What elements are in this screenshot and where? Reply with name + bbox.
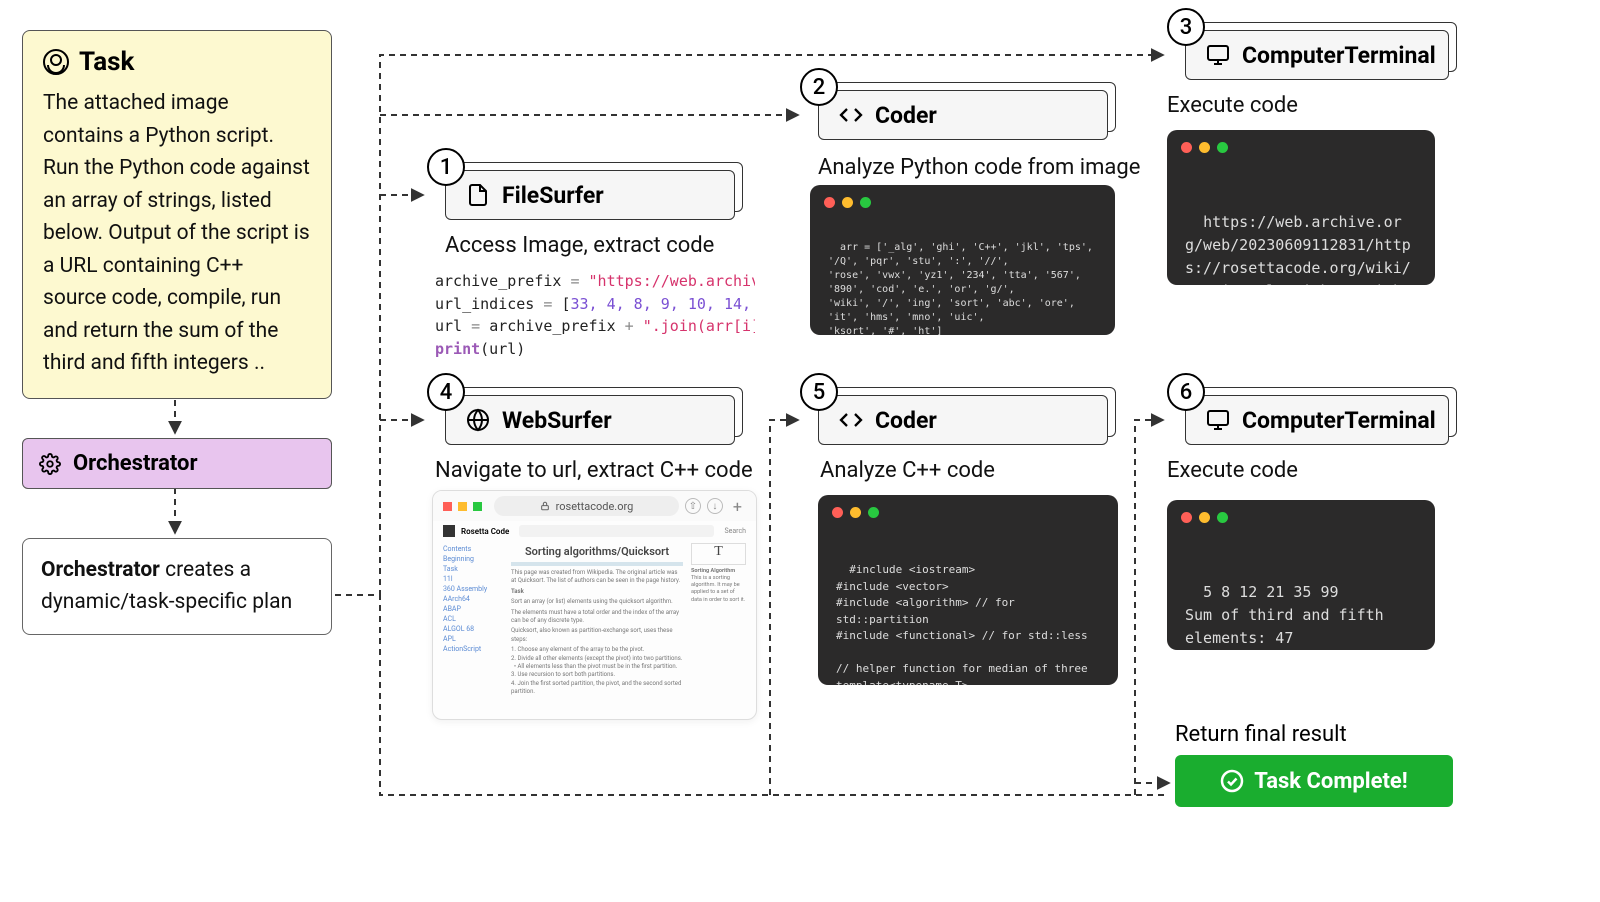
globe-icon [466, 408, 490, 432]
step6-badge: 6 [1167, 373, 1205, 411]
browser-mock: rosettacode.org ⇧ ↓ + Rosetta Code Searc… [432, 490, 757, 720]
step3-badge: 3 [1167, 8, 1205, 46]
step4-caption: Navigate to url, extract C++ code [435, 458, 753, 483]
task-title: Task [79, 47, 134, 77]
file-icon [466, 183, 490, 207]
plan-box: Orchestrator creates a dynamic/task-spec… [22, 538, 332, 635]
step1-badge: 1 [427, 148, 465, 186]
download-icon: ↓ [707, 498, 723, 514]
task-complete-badge: Task Complete! [1175, 755, 1453, 807]
share-icon: ⇧ [685, 498, 701, 514]
return-caption: Return final result [1175, 722, 1347, 747]
step3-caption: Execute code [1167, 93, 1298, 118]
step5-label: Coder [875, 407, 937, 434]
coder1-terminal: arr = ['_alg', 'ghi', 'C++', 'jkl', 'tps… [810, 185, 1115, 335]
browser-address-bar: rosettacode.org [494, 496, 679, 516]
task-box: Task The attached image contains a Pytho… [22, 30, 332, 399]
step2-label: Coder [875, 102, 937, 129]
step4-badge: 4 [427, 373, 465, 411]
coder2-terminal: #include <iostream> #include <vector> #i… [818, 495, 1118, 685]
task-complete-label: Task Complete! [1254, 769, 1408, 794]
code-icon [839, 103, 863, 127]
step1-label: FileSurfer [502, 182, 604, 209]
step2-caption: Analyze Python code from image [818, 155, 1140, 180]
step5-caption: Analyze C++ code [820, 458, 995, 483]
monitor-icon [1206, 43, 1230, 67]
new-tab-icon: + [729, 497, 746, 516]
term6-content: 5 8 12 21 35 99 Sum of third and fifth e… [1185, 583, 1393, 648]
step5-badge: 5 [800, 373, 838, 411]
filesurfer-snippet: archive_prefix = "https://web.archive.or… [435, 270, 755, 360]
lock-icon [540, 501, 550, 511]
browser-page-title: Sorting algorithms/Quicksort [511, 545, 683, 558]
browser-host: rosettacode.org [556, 500, 634, 513]
terminal2-output: 5 8 12 21 35 99 Sum of third and fifth e… [1167, 500, 1435, 650]
gear-icon [39, 453, 61, 475]
step1-caption: Access Image, extract code [445, 233, 714, 258]
step6-label: ComputerTerminal [1242, 407, 1436, 434]
step4-label: WebSurfer [502, 407, 612, 434]
term2-content: arr = ['_alg', 'ghi', 'C++', 'jkl', 'tps… [828, 242, 1115, 335]
step3-label: ComputerTerminal [1242, 42, 1436, 69]
term3-content: https://web.archive.org/web/202306091128… [1185, 213, 1411, 286]
plan-bold: Orchestrator [41, 558, 160, 582]
user-icon [43, 49, 69, 75]
step2-badge: 2 [800, 68, 838, 106]
term5-content: #include <iostream> #include <vector> #i… [836, 563, 1088, 685]
check-circle-icon [1220, 769, 1244, 793]
orchestrator-box: Orchestrator [22, 438, 332, 489]
code-icon [839, 408, 863, 432]
step6-caption: Execute code [1167, 458, 1298, 483]
task-body: The attached image contains a Python scr… [43, 87, 311, 380]
orchestrator-label: Orchestrator [73, 451, 198, 476]
browser-glyph: T [691, 543, 746, 565]
monitor-icon [1206, 408, 1230, 432]
terminal1-output: https://web.archive.org/web/202306091128… [1167, 130, 1435, 285]
